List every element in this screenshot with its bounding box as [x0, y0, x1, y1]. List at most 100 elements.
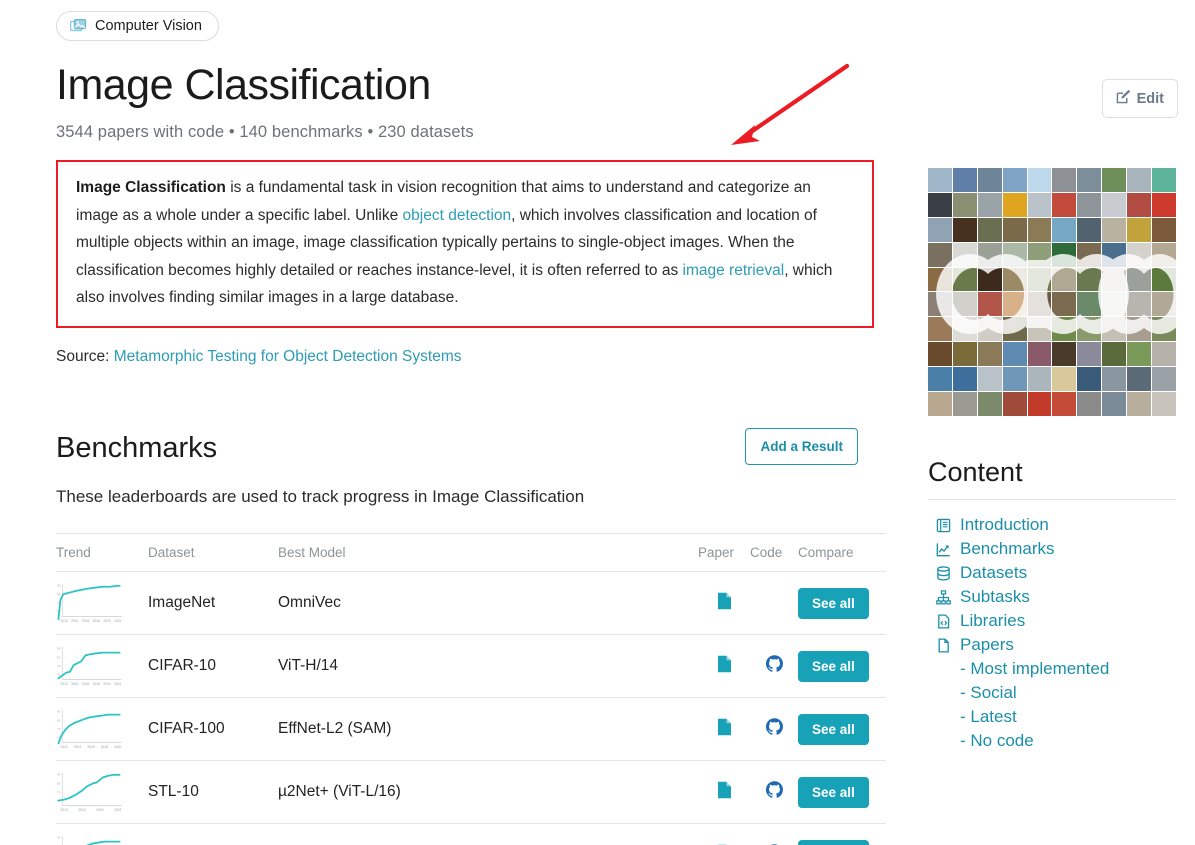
- paper-icon[interactable]: [717, 592, 732, 614]
- benchmarks-table-head: Trend Dataset Best Model Paper Code Comp…: [56, 533, 886, 573]
- cell-dataset[interactable]: ImageNet: [148, 571, 278, 636]
- image-grid-cell: [1152, 392, 1176, 416]
- toc-item-label: Datasets: [960, 563, 1028, 582]
- image-grid-cell: [977, 217, 1002, 242]
- svg-text:80: 80: [57, 592, 61, 596]
- table-row[interactable]: 9080706020192020202120222023 ObjectNetCoC…: [56, 823, 886, 845]
- github-icon[interactable]: [765, 655, 783, 676]
- image-grid-cell: [1052, 367, 1077, 392]
- image-grid-cell: [928, 342, 952, 367]
- cell-dataset[interactable]: STL-10: [148, 760, 278, 825]
- benchmarks-subtitle: These leaderboards are used to track pro…: [56, 487, 585, 507]
- image-grid-cell: [1077, 292, 1102, 317]
- toc-item-benchmarks[interactable]: Benchmarks: [936, 537, 1176, 561]
- toc-item-libraries[interactable]: Libraries: [936, 609, 1176, 633]
- toc-subitem-6[interactable]: - Most implemented: [960, 657, 1176, 681]
- toc-subitem-8[interactable]: - Latest: [960, 705, 1176, 729]
- image-grid-cell: [952, 342, 977, 367]
- toc-item-introduction[interactable]: Introduction: [936, 513, 1176, 537]
- cell-code-link[interactable]: [750, 634, 798, 699]
- table-row[interactable]: 90 80 70 60 2012 2014 2016 2018 2020 2022 CIFAR-10…: [56, 634, 886, 699]
- cell-paper-link[interactable]: [698, 760, 750, 825]
- image-grid-cell: [952, 217, 977, 242]
- image-grid-cell: [1002, 392, 1027, 416]
- sample-image-grid: [928, 168, 1176, 416]
- svg-text:2022: 2022: [114, 808, 121, 812]
- image-grid-cell: [1152, 267, 1176, 292]
- image-grid-cell: [928, 392, 952, 416]
- image-grid-cell: [952, 168, 977, 192]
- cell-code-link[interactable]: [750, 697, 798, 762]
- source-label: Source:: [56, 348, 110, 366]
- svg-text:2018: 2018: [101, 745, 108, 749]
- image-grid-cell: [1002, 242, 1027, 267]
- cell-code-link[interactable]: [750, 823, 798, 845]
- see-all-button[interactable]: See all: [798, 713, 869, 745]
- cell-compare: See all: [798, 823, 886, 845]
- github-icon[interactable]: [765, 781, 783, 802]
- add-a-result-button[interactable]: Add a Result: [745, 428, 858, 466]
- edit-button[interactable]: Edit: [1101, 79, 1178, 118]
- image-grid-cell: [1052, 267, 1077, 292]
- cell-dataset[interactable]: CIFAR-10: [148, 634, 278, 699]
- table-row[interactable]: 90 80 70 60 2012 2014 2016 2018 2020 2022 ImageNet…: [56, 571, 886, 636]
- see-all-button[interactable]: See all: [798, 839, 869, 845]
- toc-item-papers[interactable]: Papers: [936, 633, 1176, 657]
- file-code-icon: [936, 613, 953, 629]
- paper-icon[interactable]: [717, 655, 732, 677]
- cell-compare: See all: [798, 571, 886, 636]
- table-of-contents: Introduction Benchmarks Datasets Subtasks Li…: [936, 513, 1176, 753]
- cell-compare: See all: [798, 697, 886, 762]
- cell-paper-link[interactable]: [698, 634, 750, 699]
- image-grid-cell: [1002, 267, 1027, 292]
- table-row[interactable]: 90 80 70 60 2012 2014 2016 2018 2020 CIFAR-100 Eff…: [56, 697, 886, 762]
- column-header-dataset: Dataset: [148, 533, 278, 573]
- image-grid-cell: [928, 217, 952, 242]
- cell-best-model: OmniVec: [278, 571, 698, 636]
- image-grid-cell: [928, 292, 952, 317]
- image-grid-cell: [1102, 292, 1127, 317]
- svg-text:2019: 2019: [96, 808, 103, 812]
- svg-text:2014: 2014: [71, 619, 78, 623]
- github-icon[interactable]: [765, 718, 783, 739]
- chart-line-icon: [936, 542, 953, 557]
- link-object-detection[interactable]: object detection: [403, 207, 512, 224]
- image-grid-cell: [1052, 242, 1077, 267]
- file-icon: [936, 637, 953, 653]
- cell-code-link: [750, 571, 798, 636]
- image-grid-cell: [1152, 217, 1176, 242]
- see-all-button[interactable]: See all: [798, 650, 869, 682]
- image-grid-cell: [1102, 242, 1127, 267]
- image-grid-cell: [1077, 342, 1102, 367]
- image-grid-cell: [1102, 192, 1127, 217]
- table-row[interactable]: 90 80 70 60 2013 2016 2019 2022 STL-10 µ2Net+ (Vi…: [56, 760, 886, 825]
- toc-item-datasets[interactable]: Datasets: [936, 561, 1176, 585]
- toc-subitem-7[interactable]: - Social: [960, 681, 1176, 705]
- cell-paper-link[interactable]: [698, 823, 750, 845]
- cell-trend: 90 80 70 60 2012 2014 2016 2018 2020 2022: [56, 571, 148, 636]
- cell-compare: See all: [798, 634, 886, 699]
- image-grid-cell: [977, 392, 1002, 416]
- cell-dataset[interactable]: ObjectNet: [148, 823, 278, 845]
- see-all-button[interactable]: See all: [798, 776, 869, 808]
- cell-paper-link[interactable]: [698, 571, 750, 636]
- area-badge-computer-vision[interactable]: Computer Vision: [56, 11, 219, 41]
- image-grid-cell: [977, 317, 1002, 342]
- cell-dataset[interactable]: CIFAR-100: [148, 697, 278, 762]
- image-grid-cell: [1027, 168, 1052, 192]
- source-link[interactable]: Metamorphic Testing for Object Detection…: [114, 348, 462, 365]
- cell-paper-link[interactable]: [698, 697, 750, 762]
- cell-trend: 9080706020192020202120222023: [56, 823, 148, 845]
- toc-subitem-9[interactable]: - No code: [960, 729, 1176, 753]
- paper-icon[interactable]: [717, 781, 732, 803]
- link-image-retrieval[interactable]: image retrieval: [683, 262, 785, 279]
- see-all-button[interactable]: See all: [798, 587, 869, 619]
- toc-item-subtasks[interactable]: Subtasks: [936, 585, 1176, 609]
- image-grid-cell: [928, 267, 952, 292]
- cell-code-link[interactable]: [750, 760, 798, 825]
- cell-trend: 90 80 70 60 2013 2016 2019 2022: [56, 760, 148, 825]
- image-grid-cell: [952, 267, 977, 292]
- image-grid-cell: [1152, 367, 1176, 392]
- paper-icon[interactable]: [717, 718, 732, 740]
- trend-sparkline: 908070602012 2014 2016 2018 2020: [57, 710, 122, 749]
